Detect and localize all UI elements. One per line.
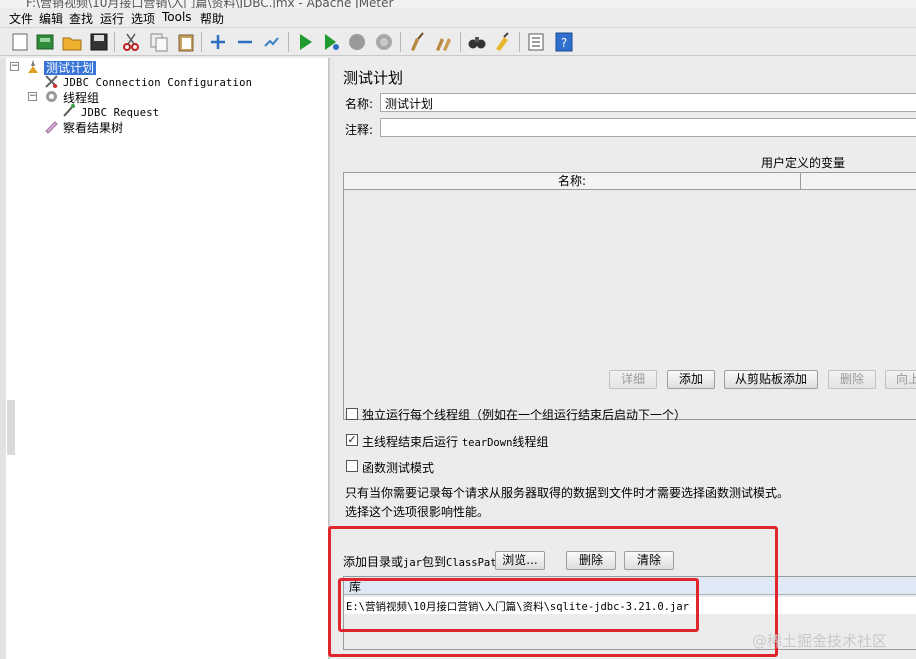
menu-help[interactable]: 帮助: [200, 10, 224, 27]
save-icon[interactable]: [88, 31, 110, 53]
comment-label: 注释:: [345, 123, 374, 137]
menu-run[interactable]: 运行: [100, 10, 124, 27]
delete-button[interactable]: 删除: [828, 370, 876, 389]
jdbc-config-icon: [45, 75, 58, 88]
scroll-gutter: [7, 400, 15, 455]
expand-icon[interactable]: [207, 31, 229, 53]
tree-node-test-plan[interactable]: 测试计划: [44, 59, 97, 75]
name-label: 名称:: [345, 97, 374, 111]
teardown-label: 主线程结束后运行 tearDown线程组: [362, 433, 548, 450]
move-up-button[interactable]: 向上: [885, 370, 916, 389]
toolbar-separator: [460, 32, 461, 52]
toolbar-separator: [519, 32, 520, 52]
start-icon[interactable]: [294, 31, 316, 53]
clear-icon[interactable]: [406, 31, 428, 53]
listener-icon: [45, 121, 58, 134]
tree-node-label: 测试计划: [44, 61, 97, 75]
test-plan-icon: [28, 60, 38, 73]
tree-node-label: JDBC Connection Configuration: [63, 77, 253, 89]
search-icon[interactable]: [466, 31, 488, 53]
run-thread-groups-consecutively-checkbox[interactable]: [346, 408, 358, 420]
sampler-icon: [63, 104, 75, 117]
stop-icon[interactable]: [346, 31, 368, 53]
highlight-box-library: [338, 578, 699, 632]
svg-text:?: ?: [561, 36, 567, 50]
teardown-after-shutdown-checkbox[interactable]: ✓: [346, 434, 358, 446]
copy-icon[interactable]: [148, 31, 170, 53]
tree-node-thread-group[interactable]: 线程组: [63, 89, 99, 105]
collapse-icon[interactable]: [234, 31, 256, 53]
new-icon[interactable]: [9, 31, 31, 53]
menu-options[interactable]: 选项: [131, 10, 155, 27]
teardown-label-mono: tearDown: [461, 437, 513, 449]
function-helper-icon[interactable]: [525, 31, 547, 53]
title-bar: F:\营销视频\10月接口营销\入门篇\资料\JDBC.jmx - Apache…: [0, 0, 916, 8]
menu-search[interactable]: 查找: [69, 10, 93, 27]
comment-field[interactable]: [380, 118, 916, 137]
clear-all-icon[interactable]: [433, 31, 455, 53]
test-plan-tree: − 测试计划 JDBC Connection Configuration − 线…: [6, 58, 329, 659]
run-consecutively-label: 独立运行每个线程组（例如在一个组运行结束后启动下一个）: [362, 408, 687, 422]
table-header: 名称:: [344, 173, 916, 190]
paste-icon[interactable]: [175, 31, 197, 53]
panel-title: 测试计划: [343, 69, 404, 87]
tree-node-jdbc-request[interactable]: JDBC Request: [81, 105, 159, 120]
tree-node-jdbc-config[interactable]: JDBC Connection Configuration: [63, 75, 252, 90]
watermark: @稀土掘金技术社区: [752, 632, 888, 650]
templates-icon[interactable]: [34, 31, 56, 53]
cut-icon[interactable]: [120, 31, 142, 53]
gear-icon: [46, 91, 57, 102]
teardown-label-post: 线程组: [512, 435, 549, 449]
window-title: F:\营销视频\10月接口营销\入门篇\资料\JDBC.jmx - Apache…: [26, 0, 394, 8]
menu-edit[interactable]: 编辑: [39, 10, 63, 27]
add-button[interactable]: 添加: [667, 370, 715, 389]
tree-node-label: 察看结果树: [63, 121, 124, 135]
open-icon[interactable]: [61, 31, 83, 53]
toolbar-separator: [400, 32, 401, 52]
menu-tools[interactable]: Tools: [162, 10, 192, 24]
performance-note: 选择这个选项很影响性能。: [345, 505, 490, 519]
name-field[interactable]: 测试计划: [380, 93, 916, 112]
functional-mode-note: 只有当你需要记录每个请求从服务器取得的数据到文件时才需要选择函数测试模式。: [345, 486, 790, 500]
toolbar: ?: [0, 28, 916, 56]
teardown-label-pre: 主线程结束后运行: [362, 435, 462, 449]
tree-node-view-results[interactable]: 察看结果树: [63, 119, 124, 135]
shutdown-icon[interactable]: [373, 31, 395, 53]
menu-bar: 文件 编辑 查找 运行 选项 Tools 帮助: [0, 8, 916, 28]
column-header-name[interactable]: 名称:: [344, 173, 801, 190]
tree-collapse-toggle[interactable]: −: [28, 92, 37, 101]
user-variables-title: 用户定义的变量: [761, 156, 846, 170]
tree-collapse-toggle[interactable]: −: [10, 62, 19, 71]
toggle-icon[interactable]: [261, 31, 283, 53]
start-no-pause-icon[interactable]: [320, 31, 342, 53]
menu-file[interactable]: 文件: [9, 10, 33, 27]
tree-node-label: JDBC Request: [81, 107, 160, 119]
add-from-clipboard-button[interactable]: 从剪贴板添加: [724, 370, 818, 389]
detail-button[interactable]: 详细: [609, 370, 657, 389]
help-icon[interactable]: ?: [553, 31, 575, 53]
toolbar-separator: [288, 32, 289, 52]
functional-test-mode-label: 函数测试模式: [362, 461, 435, 475]
toolbar-separator: [201, 32, 202, 52]
reset-search-icon[interactable]: [492, 31, 514, 53]
toolbar-separator: [114, 32, 115, 52]
functional-test-mode-checkbox[interactable]: [346, 460, 358, 472]
